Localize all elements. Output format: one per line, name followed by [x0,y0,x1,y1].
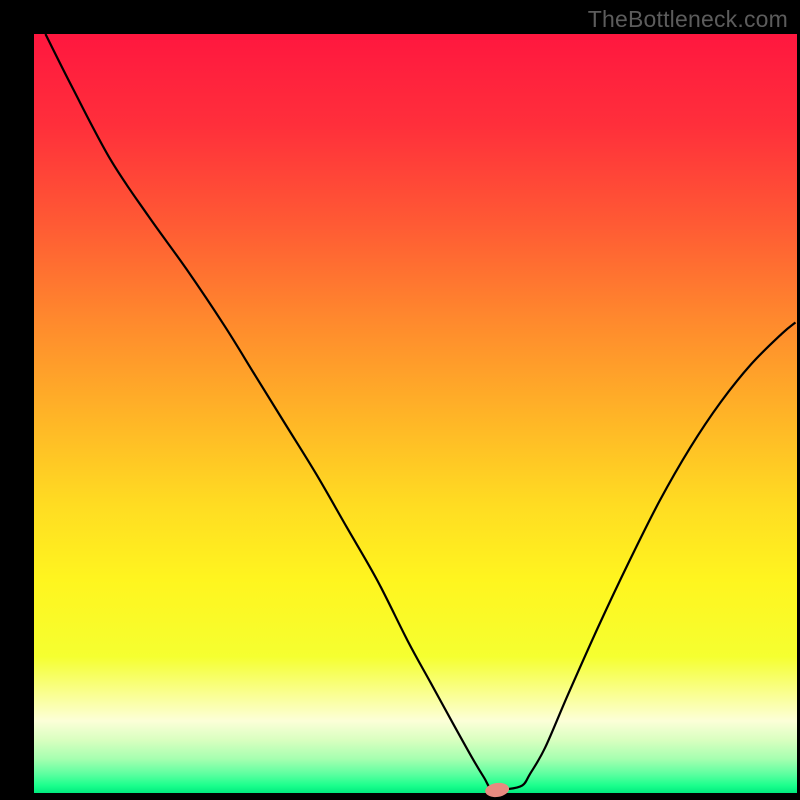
bottleneck-chart [0,0,800,800]
watermark-text: TheBottleneck.com [588,6,788,33]
plot-area [34,34,797,793]
